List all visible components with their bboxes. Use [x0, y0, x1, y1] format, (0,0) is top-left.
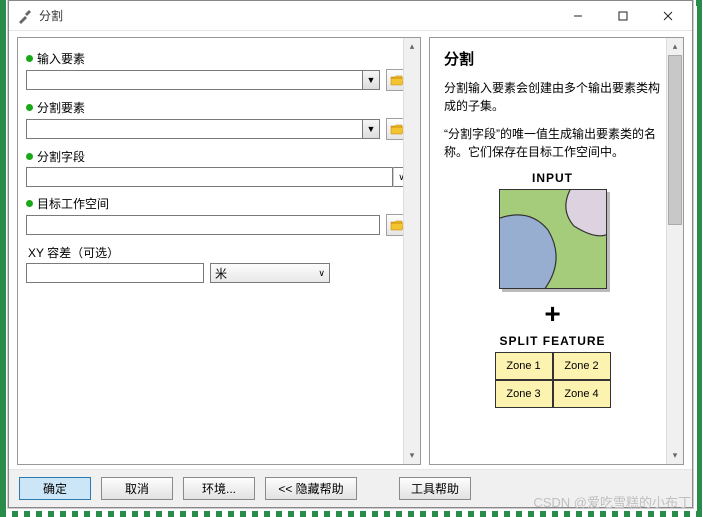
input-features-combo[interactable] [26, 70, 363, 90]
chevron-down-icon: ∨ [318, 268, 325, 279]
cancel-button[interactable]: 取消 [101, 477, 173, 500]
scroll-up-icon: ▴ [404, 38, 420, 55]
input-features-dropdown[interactable]: ▼ [363, 70, 380, 90]
target-workspace-input[interactable] [26, 215, 380, 235]
split-field-label: 分割字段 [37, 148, 85, 165]
zone-cell: Zone 2 [553, 352, 611, 380]
plus-icon: + [444, 298, 661, 330]
scroll-down-icon: ▾ [404, 447, 420, 464]
scroll-up-icon: ▴ [667, 38, 683, 55]
split-feature-grid: Zone 1 Zone 2 Zone 3 Zone 4 [495, 352, 611, 408]
scrollbar[interactable]: ▴ ▾ [403, 38, 420, 464]
xy-tolerance-input[interactable] [26, 263, 204, 283]
split-features-dropdown[interactable]: ▼ [363, 119, 380, 139]
split-features-combo[interactable] [26, 119, 363, 139]
hide-help-button[interactable]: << 隐藏帮助 [265, 477, 357, 500]
help-paragraph-2: “分割字段”的唯一值生成输出要素类的名称。它们保存在目标工作空间中。 [444, 125, 661, 161]
ok-button[interactable]: 确定 [19, 477, 91, 500]
help-panel: 分割 分割输入要素会创建由多个输出要素类构成的子集。 “分割字段”的唯一值生成输… [429, 37, 684, 465]
titlebar: 分割 [9, 1, 692, 31]
scroll-down-icon: ▾ [667, 447, 683, 464]
required-dot-icon [26, 55, 33, 62]
dialog-window: 分割 输入要素 ▼ 分割要素 [8, 0, 693, 508]
close-button[interactable] [645, 1, 690, 30]
input-illustration [499, 189, 607, 289]
zone-cell: Zone 1 [495, 352, 553, 380]
split-feature-illustration-label: SPLIT FEATURE [444, 334, 661, 348]
unit-value: 米 [215, 265, 227, 282]
split-field-combo[interactable] [26, 167, 393, 187]
environments-button[interactable]: 环境... [183, 477, 255, 500]
required-dot-icon [26, 200, 33, 207]
scrollbar-thumb[interactable] [668, 55, 682, 225]
input-features-label: 输入要素 [37, 50, 85, 67]
required-dot-icon [26, 153, 33, 160]
help-paragraph-1: 分割输入要素会创建由多个输出要素类构成的子集。 [444, 79, 661, 115]
help-title: 分割 [444, 48, 661, 69]
parameters-panel: 输入要素 ▼ 分割要素 ▼ [17, 37, 421, 465]
xy-tolerance-unit-combo[interactable]: 米 ∨ [210, 263, 330, 283]
tool-help-button[interactable]: 工具帮助 [399, 477, 471, 500]
zone-cell: Zone 3 [495, 380, 553, 408]
target-workspace-label: 目标工作空间 [37, 195, 109, 212]
hammer-icon [17, 8, 33, 24]
scrollbar[interactable]: ▴ ▾ [666, 38, 683, 464]
split-features-label: 分割要素 [37, 99, 85, 116]
required-dot-icon [26, 104, 33, 111]
xy-tolerance-label: XY 容差（可选） [28, 244, 119, 261]
window-title: 分割 [39, 7, 555, 24]
minimize-button[interactable] [555, 1, 600, 30]
zone-cell: Zone 4 [553, 380, 611, 408]
input-illustration-label: INPUT [444, 171, 661, 185]
button-bar: 确定 取消 环境... << 隐藏帮助 工具帮助 [9, 469, 692, 507]
maximize-button[interactable] [600, 1, 645, 30]
